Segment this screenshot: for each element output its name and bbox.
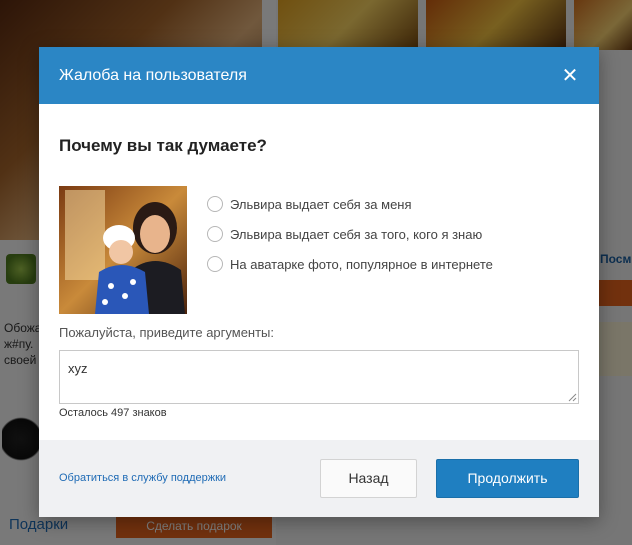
dialog-title: Жалоба на пользователя: [59, 67, 247, 84]
continue-button[interactable]: Продолжить: [436, 459, 579, 498]
reason-option-impersonating-me[interactable]: Эльвира выдает себя за меня: [207, 189, 493, 219]
dialog-header: Жалоба на пользователя ✕: [39, 47, 599, 104]
support-link[interactable]: Обратиться в службу поддержки: [59, 472, 226, 484]
complaint-dialog: Жалоба на пользователя ✕ Почему вы так д…: [39, 47, 599, 517]
characters-left: Осталось 497 знаков: [59, 407, 167, 419]
reason-option-label: Эльвира выдает себя за меня: [230, 196, 412, 212]
user-avatar: [59, 186, 187, 314]
arguments-label: Пожалуйста, приведите аргументы:: [59, 325, 275, 340]
radio-icon[interactable]: [207, 226, 223, 242]
reason-option-label: На аватарке фото, популярное в интернете: [230, 256, 493, 272]
resize-grip-icon[interactable]: [567, 392, 577, 402]
reason-option-popular-photo[interactable]: На аватарке фото, популярное в интернете: [207, 249, 493, 279]
question-heading: Почему вы так думаете?: [59, 136, 267, 155]
close-icon[interactable]: ✕: [561, 66, 579, 86]
dialog-footer: Обратиться в службу поддержки Назад Прод…: [39, 440, 599, 517]
arguments-textarea[interactable]: xyz: [59, 350, 579, 404]
back-button[interactable]: Назад: [320, 459, 417, 498]
radio-icon[interactable]: [207, 196, 223, 212]
reason-option-label: Эльвира выдает себя за того, кого я знаю: [230, 226, 483, 242]
reason-option-impersonating-known[interactable]: Эльвира выдает себя за того, кого я знаю: [207, 219, 493, 249]
reason-options: Эльвира выдает себя за меня Эльвира выда…: [207, 189, 493, 279]
radio-icon[interactable]: [207, 256, 223, 272]
